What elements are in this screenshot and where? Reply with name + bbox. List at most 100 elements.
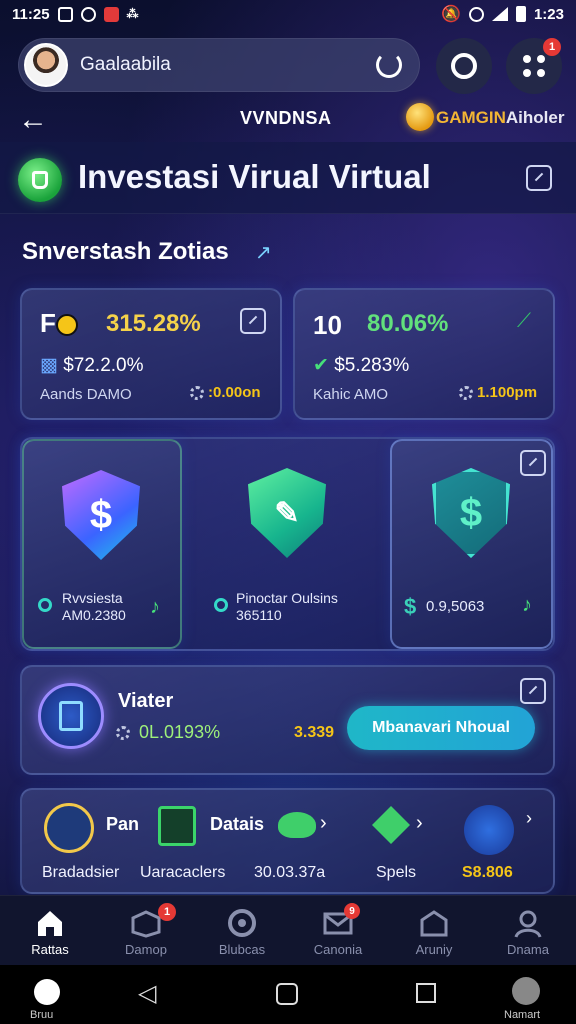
tab-mail-label: Canonia [313, 942, 363, 957]
shield-2-label-2: 365110 [236, 607, 282, 623]
user-nav-icon[interactable] [512, 977, 540, 1005]
account-gold: GAMGIN [436, 108, 506, 127]
shortcut-1-text: Pan [106, 814, 140, 834]
tab-mail[interactable]: Canonia [290, 896, 386, 966]
shortcut-2-text: Datais [210, 814, 265, 834]
action-card-edit-icon[interactable] [520, 678, 546, 704]
battery-icon [515, 6, 526, 22]
cloud-icon[interactable] [278, 812, 316, 838]
shortcut-label-1: Bradadsier [42, 864, 120, 881]
tab-headset-label: Blubcas [218, 942, 266, 957]
chart-icon: ▩ [40, 355, 58, 376]
stat-card-1-pct: 315.28% [106, 310, 201, 337]
tab-box[interactable]: Damop [98, 896, 194, 966]
clipboard-icon [38, 683, 104, 749]
tab-home[interactable]: Rattas [2, 896, 98, 966]
tab-inbox[interactable]: Aruniy [386, 896, 482, 966]
settings-button[interactable] [436, 38, 492, 94]
app-notification-icon: ⁂ [126, 7, 139, 21]
shortcut-label-2: Uaracaclers [140, 864, 226, 881]
coin-icon [55, 314, 78, 337]
recents-nav-icon[interactable] [416, 983, 436, 1003]
bank-icon[interactable] [44, 803, 94, 853]
app-logo-icon [18, 158, 62, 202]
action-pct-wrap: 0L.0193% [116, 722, 220, 743]
ring-icon [451, 53, 477, 79]
gear-icon [459, 386, 473, 401]
status-bar: 11:25 ⁂ 🔕 1:23 [0, 0, 576, 28]
stat-card-1[interactable]: F 315.28% ▩ $72.2.0% Aands DAMO :0.00on [20, 288, 282, 420]
home-icon [38, 911, 62, 936]
youtube-icon [103, 6, 119, 22]
status-time-right: 1:23 [533, 5, 564, 23]
account-name[interactable]: GAMGINAiholer [436, 108, 564, 128]
refresh-icon[interactable] [376, 52, 402, 78]
record-icon [80, 6, 96, 22]
avatar[interactable] [24, 43, 68, 87]
action-pct: 0L.0193% [139, 722, 221, 742]
leaf-icon: ⟋ [517, 310, 531, 332]
action-title: Viater [118, 690, 174, 712]
stat-card-1-icon-text: F [40, 308, 56, 338]
stat-card-2[interactable]: 10 80.06% ⟋ ✔ $5.283% Kahic AMO 1.100pm [293, 288, 555, 420]
shortcut-label-4: Spels [376, 864, 417, 881]
shield-2-label-1: Pinoctar Oulsins [236, 590, 338, 606]
system-nav-bar: Bruu ◁ Namart [0, 965, 576, 1024]
assistant-icon[interactable] [34, 979, 60, 1005]
shortcut-label-3: 30.03.37a [254, 864, 326, 881]
profile-icon [514, 910, 542, 938]
music-note-icon: ♪ [150, 596, 160, 618]
chevron-right-icon-3[interactable]: › [526, 808, 532, 829]
tab-bar: Rattas Damop Blubcas Canonia Aruniy Dnam… [0, 895, 576, 965]
shield-1-label: Rvvsiesta AM0.2380 [62, 590, 126, 624]
grid-dots-icon [523, 55, 545, 77]
stat-card-1-icon: F [40, 308, 78, 339]
stat-card-1-label: Aands DAMO [40, 386, 132, 403]
phone-icon[interactable] [464, 805, 514, 855]
stat-card-2-icon: 10 [313, 310, 342, 341]
search-input[interactable]: Gaalaabila [80, 54, 376, 76]
shield-2-label: Pinoctar Oulsins 365110 [236, 590, 338, 624]
music-note-icon-2: ♪ [522, 594, 532, 616]
chevron-right-icon-2[interactable]: › [416, 812, 423, 835]
tab-mail-badge: 9 [344, 903, 360, 919]
nav-title: VVNDNSA [240, 108, 332, 128]
cta-button[interactable]: Mbanavari Nhoual [347, 706, 535, 750]
shield-card-3-edit-icon[interactable] [520, 450, 546, 476]
location-pin-icon-2 [214, 598, 228, 612]
stat-card-2-sub: ✔ $5.283% [313, 354, 409, 377]
back-arrow-icon[interactable]: ← [18, 105, 48, 135]
gear-icon-2 [116, 726, 130, 741]
edit-icon[interactable] [526, 165, 552, 191]
tab-inbox-label: Aruniy [415, 942, 453, 957]
search-bar[interactable]: Gaalaabila [18, 38, 420, 92]
account-rest: Aiholer [505, 108, 565, 127]
tab-box-label: Damop [125, 942, 167, 957]
chart-box-icon[interactable] [158, 806, 196, 846]
chevron-right-icon[interactable]: › [320, 812, 327, 835]
home-nav-icon[interactable] [276, 983, 298, 1005]
stat-card-1-sub: ▩ $72.2.0% [40, 354, 144, 377]
stat-card-2-value: 1.100pm [477, 384, 538, 401]
gear-icon [190, 386, 204, 401]
section-title: Snverstash Zotias [22, 238, 229, 265]
mute-icon: 🔕 [441, 6, 461, 23]
menu-badge: 1 [543, 38, 561, 56]
stat-card-2-pct: 80.06% [367, 310, 449, 337]
stat-card-1-value-wrap: :0.00on [190, 384, 261, 401]
stat-card-2-sub-text: $5.283% [334, 355, 410, 376]
shield-1-label-1: Rvvsiesta [62, 590, 123, 606]
trend-icon: ↗ [255, 242, 272, 264]
gold-coin-icon [406, 103, 434, 131]
status-time-left: 11:25 [12, 5, 50, 23]
tab-profile-label: Dnama [507, 942, 549, 957]
back-nav-icon[interactable]: ◁ [138, 982, 156, 1006]
shield-3-label: 0.9,5063 [426, 598, 485, 615]
shortcut-label-5: S8.806 [462, 864, 513, 881]
stat-card-2-icon-text: 10 [313, 310, 342, 340]
tab-profile[interactable]: Dnama [480, 896, 576, 966]
location-pin-icon [38, 598, 52, 612]
tab-headset[interactable]: Blubcas [194, 896, 290, 966]
stat-card-1-edit-icon[interactable] [240, 308, 266, 334]
photo-icon [57, 6, 73, 22]
